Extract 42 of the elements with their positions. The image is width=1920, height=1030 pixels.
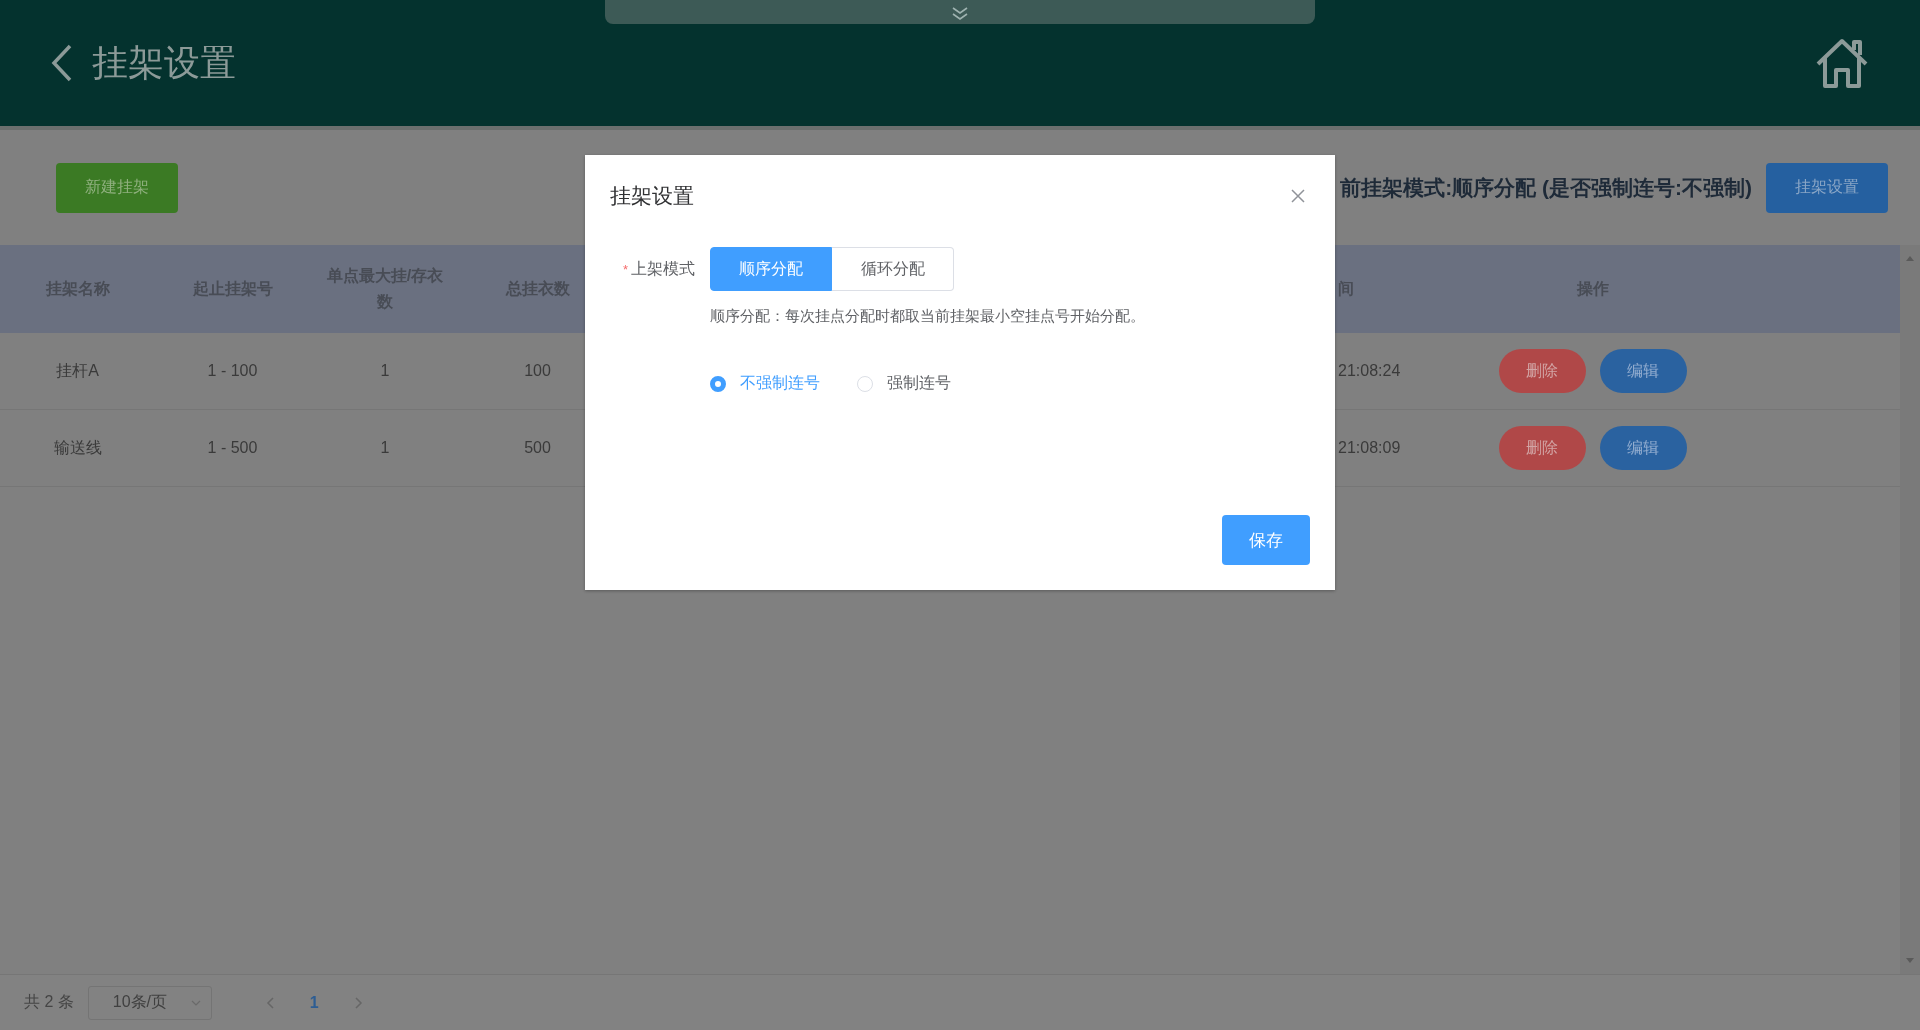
- scroll-up-icon[interactable]: [1906, 255, 1914, 261]
- table-cell: 1: [380, 439, 390, 457]
- table-cell: 100: [524, 362, 551, 380]
- table-cell: 1: [380, 362, 390, 380]
- mode-tab[interactable]: 循环分配: [832, 247, 954, 291]
- back-icon[interactable]: [50, 43, 74, 83]
- new-rack-button[interactable]: 新建挂架: [56, 162, 178, 213]
- edit-button[interactable]: 编辑: [1599, 349, 1687, 393]
- double-chevron-icon: [951, 7, 969, 21]
- dialog-title: 挂架设置: [610, 183, 694, 209]
- delete-button[interactable]: 删除: [1498, 349, 1586, 393]
- table-cell: 1 - 100: [207, 362, 258, 380]
- table-cell-text: 挂杆A: [56, 360, 99, 381]
- pull-tab[interactable]: [605, 0, 1315, 24]
- radio-button[interactable]: [710, 375, 726, 392]
- delete-button[interactable]: 删除: [1498, 426, 1586, 470]
- required-mark: *: [622, 261, 628, 277]
- previous-page-icon[interactable]: [265, 996, 274, 1009]
- mode-status-text: 前挂架模式:顺序分配 (是否强制连号:不强制): [1340, 174, 1752, 201]
- caret-icon: [190, 999, 201, 1006]
- rack-settings-button[interactable]: 挂架设置: [1766, 162, 1888, 213]
- scrollbar[interactable]: [1900, 245, 1920, 974]
- table-cell: 1 - 500: [207, 439, 258, 457]
- table-cell: 21:08:09: [1338, 439, 1401, 457]
- table-cell: 21:08:24: [1338, 362, 1401, 380]
- save-button[interactable]: 保存: [1222, 515, 1310, 565]
- field-label: 上架模式: [631, 258, 695, 279]
- mode-tab[interactable]: 顺序分配: [710, 247, 832, 291]
- home-icon[interactable]: [1814, 36, 1870, 90]
- table-cell-text: 输送线: [53, 437, 102, 458]
- radio-option[interactable]: 不强制连号: [710, 373, 820, 394]
- edit-button[interactable]: 编辑: [1599, 426, 1687, 470]
- next-page-icon[interactable]: [354, 996, 363, 1009]
- table-cell: 500: [524, 439, 551, 457]
- mode-description: 顺序分配：每次挂点分配时都取当前挂架最小空挂点号开始分配。: [710, 307, 1146, 326]
- close-icon[interactable]: [1291, 189, 1305, 203]
- page-title: 挂架设置: [92, 40, 236, 85]
- scroll-down-icon[interactable]: [1906, 958, 1914, 964]
- total-count: 共 2 条: [24, 992, 74, 1012]
- radio-option[interactable]: 强制连号: [857, 373, 951, 394]
- page-size-select[interactable]: 10条/页: [87, 985, 212, 1020]
- page-number[interactable]: 1: [293, 993, 335, 1012]
